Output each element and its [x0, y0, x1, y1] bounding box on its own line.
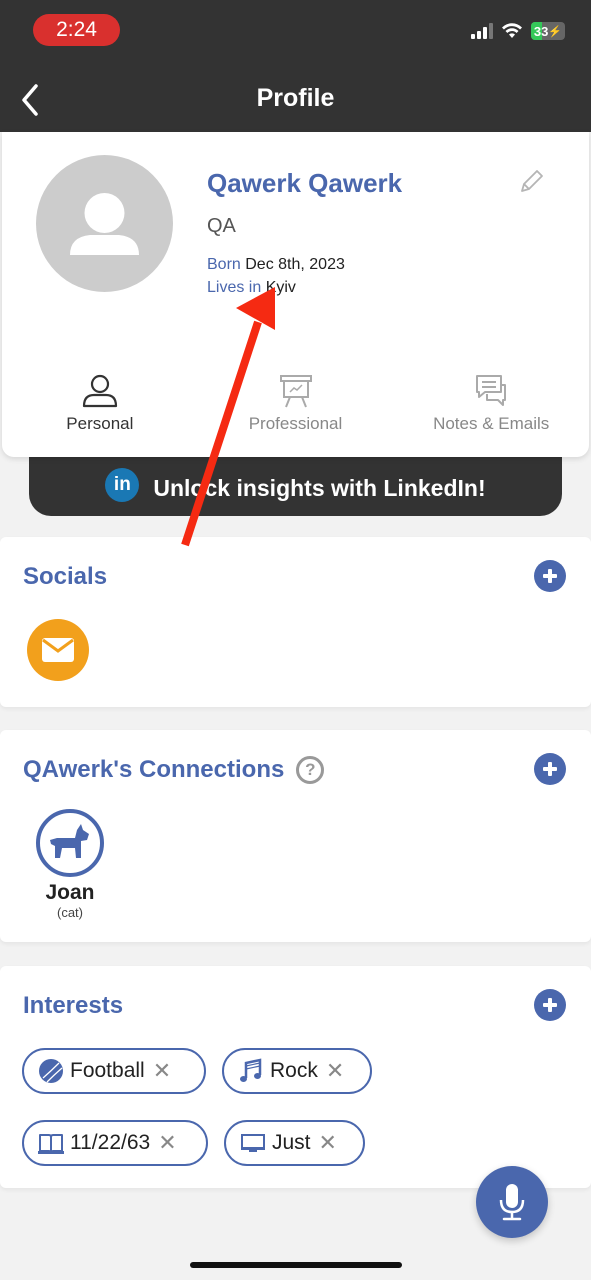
- add-social-button[interactable]: [534, 560, 566, 592]
- connection-item[interactable]: Joan (cat): [25, 809, 115, 920]
- socials-section: Socials: [0, 537, 591, 707]
- edit-pencil-icon[interactable]: [516, 167, 546, 197]
- lives-value: Kyiv: [265, 279, 296, 296]
- born-label: Born: [207, 256, 241, 273]
- profile-name: Qawerk Qawerk: [207, 168, 403, 198]
- tab-personal[interactable]: Personal: [2, 372, 198, 434]
- connection-type: (cat): [57, 905, 83, 920]
- avatar[interactable]: [36, 155, 173, 292]
- section-title: QAwerk's Connections: [23, 756, 285, 783]
- remove-icon[interactable]: ✕: [326, 1058, 344, 1084]
- email-icon: [42, 638, 74, 662]
- tab-label: Personal: [66, 414, 134, 433]
- chip-label: Just: [272, 1131, 311, 1154]
- music-note-icon: [240, 1058, 262, 1082]
- home-indicator: [190, 1262, 402, 1268]
- tv-icon: [241, 1134, 265, 1152]
- status-icons: 33 ⚡: [471, 22, 565, 40]
- interest-chip-tv[interactable]: Just ✕: [224, 1120, 365, 1166]
- person-icon: [70, 193, 139, 255]
- cellular-signal-icon: [471, 23, 493, 39]
- connections-section: QAwerk's Connections ? Joan (cat): [0, 730, 591, 942]
- born-value: Dec 8th, 2023: [245, 256, 345, 273]
- interest-chip-book[interactable]: 11/22/63 ✕: [22, 1120, 208, 1166]
- tab-notes-emails[interactable]: Notes & Emails: [393, 372, 589, 434]
- dog-icon: [50, 824, 89, 858]
- interest-chip-football[interactable]: Football ✕: [22, 1048, 206, 1094]
- connection-avatar: [36, 809, 104, 877]
- connections-title: QAwerk's Connections ?: [23, 756, 325, 784]
- remove-icon[interactable]: ✕: [158, 1130, 176, 1156]
- person-outline-icon: [82, 374, 117, 408]
- connection-name: Joan: [45, 881, 95, 904]
- add-interest-button[interactable]: [534, 989, 566, 1021]
- battery-icon: 33 ⚡: [531, 22, 565, 40]
- remove-icon[interactable]: ✕: [319, 1130, 337, 1156]
- tab-professional[interactable]: Professional: [198, 372, 394, 434]
- lives-label: Lives in: [207, 279, 262, 296]
- microphone-button[interactable]: [476, 1166, 548, 1238]
- tab-label: Notes & Emails: [433, 414, 550, 433]
- chip-label: Rock: [270, 1059, 318, 1082]
- chip-label: 11/22/63: [70, 1131, 151, 1154]
- profile-card: Qawerk Qawerk QA Born Dec 8th, 2023 Live…: [2, 132, 589, 457]
- profile-tabs: Personal Professional Notes & Emails: [2, 372, 589, 434]
- status-time: 2:24: [33, 14, 120, 46]
- page-title: Profile: [256, 84, 335, 112]
- microphone-icon: [499, 1184, 525, 1221]
- interests-section: Interests Football ✕ Rock ✕ 11/22/63 ✕ J…: [0, 966, 591, 1188]
- remove-icon[interactable]: ✕: [153, 1058, 171, 1084]
- section-title: Socials: [23, 563, 108, 590]
- ball-icon: [39, 1059, 63, 1083]
- born-line: Born Dec 8th, 2023: [207, 256, 345, 274]
- book-icon: [38, 1134, 64, 1154]
- presentation-icon: [279, 375, 312, 408]
- add-connection-button[interactable]: [534, 753, 566, 785]
- linkedin-icon: in: [105, 468, 140, 502]
- profile-role: QA: [207, 215, 236, 237]
- top-bar: 2:24 33 ⚡ Profile: [0, 0, 591, 132]
- lives-line: Lives in Kyiv: [207, 279, 296, 297]
- email-social-button[interactable]: [27, 619, 89, 681]
- linkedin-banner-text: Unlock insights with LinkedIn!: [153, 475, 486, 501]
- wifi-icon: [502, 23, 522, 38]
- chip-label: Football: [70, 1059, 145, 1082]
- tab-label: Professional: [248, 414, 343, 433]
- section-title: Interests: [23, 992, 124, 1019]
- interest-chip-rock[interactable]: Rock ✕: [222, 1048, 372, 1094]
- help-icon[interactable]: ?: [296, 756, 325, 784]
- socials-title: Socials: [23, 563, 107, 591]
- chat-bubbles-icon: [476, 375, 507, 406]
- interests-title: Interests: [23, 992, 123, 1020]
